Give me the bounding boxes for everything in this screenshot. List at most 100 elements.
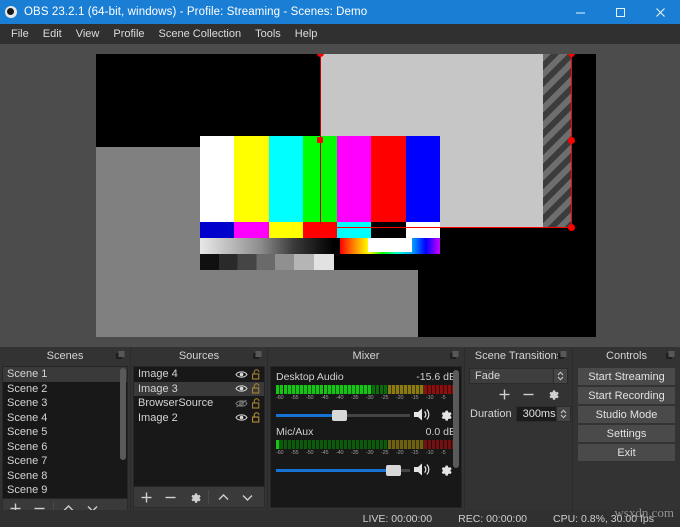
menu-item-help[interactable]: Help bbox=[288, 26, 325, 42]
selection-handle-middle-right[interactable] bbox=[568, 137, 575, 144]
lock-open-icon[interactable] bbox=[249, 398, 264, 409]
volume-meter bbox=[276, 385, 456, 394]
scene-list-item[interactable]: Scene 3 bbox=[3, 396, 127, 411]
menu-item-profile[interactable]: Profile bbox=[106, 26, 151, 42]
eye-icon[interactable] bbox=[234, 370, 249, 379]
lock-open-icon[interactable] bbox=[249, 383, 264, 394]
meter-tick: -45 bbox=[321, 395, 329, 401]
move-source-down-button[interactable] bbox=[235, 488, 259, 507]
lock-open-icon[interactable] bbox=[249, 412, 264, 423]
transition-selected-value: Fade bbox=[475, 370, 501, 382]
selection-handle-bottom-left[interactable] bbox=[317, 224, 324, 231]
volume-slider[interactable] bbox=[276, 464, 410, 476]
scene-list-item[interactable]: Scene 2 bbox=[3, 382, 127, 397]
mute-speaker-icon[interactable] bbox=[410, 462, 434, 477]
transition-select[interactable]: Fade bbox=[469, 368, 568, 384]
preview-area[interactable] bbox=[0, 44, 680, 347]
scenes-list[interactable]: Scene 1 Scene 2 Scene 3 Scene 4 Scene 5 … bbox=[2, 366, 128, 499]
scene-list-item[interactable]: Scene 6 bbox=[3, 440, 127, 455]
scene-label: Scene 5 bbox=[7, 426, 48, 438]
start-streaming-button[interactable]: Start Streaming bbox=[578, 368, 675, 385]
float-dock-icon[interactable] bbox=[558, 351, 567, 360]
sources-list[interactable]: Image 4 Image 3 BrowserSource Image 2 bbox=[133, 366, 265, 487]
selection-handle-top-right[interactable] bbox=[568, 54, 575, 57]
source-list-item[interactable]: Image 4 bbox=[134, 367, 264, 382]
status-rec: REC: 00:00:00 bbox=[458, 512, 528, 525]
move-source-up-button[interactable] bbox=[211, 488, 235, 507]
mixer-scrollbar[interactable] bbox=[453, 370, 459, 468]
volume-meter-scale: -60 -55 -50 -45 -40 -35 -30 -25 -20 -15 … bbox=[276, 450, 456, 459]
volume-slider[interactable] bbox=[276, 409, 410, 421]
selection-handle-middle-left[interactable] bbox=[317, 137, 323, 143]
toolbar-divider bbox=[208, 490, 209, 504]
scenes-scrollbar[interactable] bbox=[120, 368, 126, 460]
window-title: OBS 23.2.1 (64-bit, windows) - Profile: … bbox=[24, 6, 368, 18]
eye-icon[interactable] bbox=[234, 413, 249, 422]
source-properties-gear-icon[interactable] bbox=[182, 488, 206, 507]
scene-label: Scene 8 bbox=[7, 469, 48, 482]
meter-tick: -50 bbox=[306, 395, 314, 401]
source-list-item[interactable]: Image 2 bbox=[134, 411, 264, 426]
transition-spinner-icon[interactable] bbox=[553, 369, 567, 383]
lock-open-icon[interactable] bbox=[249, 369, 264, 380]
source-label: BrowserSource bbox=[138, 397, 214, 409]
source-list-item[interactable]: BrowserSource bbox=[134, 396, 264, 411]
scene-list-item[interactable]: Scene 1 bbox=[3, 367, 127, 382]
transitions-panel-title: Scene Transitions bbox=[474, 349, 563, 362]
meter-tick: -55 bbox=[291, 450, 299, 456]
color-bars-white-patch bbox=[368, 238, 412, 252]
scene-list-item[interactable]: Scene 4 bbox=[3, 411, 127, 426]
start-recording-button[interactable]: Start Recording bbox=[578, 387, 675, 404]
meter-tick: -15 bbox=[411, 450, 419, 456]
eye-hidden-icon[interactable] bbox=[234, 399, 249, 408]
controls-panel-header: Controls bbox=[573, 347, 680, 364]
maximize-button[interactable] bbox=[600, 0, 640, 24]
menu-item-edit[interactable]: Edit bbox=[36, 26, 69, 42]
meter-tick: -10 bbox=[426, 395, 434, 401]
scene-label: Scene 4 bbox=[7, 411, 48, 424]
meter-tick: -30 bbox=[366, 395, 374, 401]
transition-properties-gear-icon[interactable] bbox=[540, 385, 564, 404]
add-transition-button[interactable] bbox=[492, 385, 516, 404]
scene-list-item[interactable]: Scene 5 bbox=[3, 425, 127, 440]
scene-list-item[interactable]: Scene 8 bbox=[3, 469, 127, 484]
meter-tick: -25 bbox=[381, 450, 389, 456]
eye-icon[interactable] bbox=[234, 384, 249, 393]
float-dock-icon[interactable] bbox=[450, 351, 459, 360]
menu-item-scene-collection[interactable]: Scene Collection bbox=[152, 26, 249, 42]
transition-actions bbox=[467, 384, 570, 404]
remove-source-button[interactable] bbox=[158, 488, 182, 507]
duration-label: Duration bbox=[470, 408, 512, 420]
settings-button[interactable]: Settings bbox=[578, 425, 675, 442]
remove-transition-button[interactable] bbox=[516, 385, 540, 404]
meter-tick: -10 bbox=[426, 450, 434, 456]
mixer-track-name: Mic/Aux bbox=[276, 426, 314, 438]
close-button[interactable] bbox=[640, 0, 680, 24]
mixer-track-mic-aux: Mic/Aux 0.0 dB -60 -55 -50 -45 -40 -35 -… bbox=[276, 426, 456, 477]
menu-item-tools[interactable]: Tools bbox=[248, 26, 288, 42]
studio-mode-button[interactable]: Studio Mode bbox=[578, 406, 675, 423]
sources-panel-body: Image 4 Image 3 BrowserSource Image 2 bbox=[131, 364, 267, 510]
scenes-panel-header: Scenes bbox=[0, 347, 130, 364]
source-list-item[interactable]: Image 3 bbox=[134, 381, 264, 396]
menu-item-view[interactable]: View bbox=[69, 26, 107, 42]
preview-canvas[interactable] bbox=[96, 54, 596, 337]
meter-tick: -30 bbox=[366, 450, 374, 456]
float-dock-icon[interactable] bbox=[666, 351, 675, 360]
add-source-button[interactable] bbox=[134, 488, 158, 507]
float-dock-icon[interactable] bbox=[116, 351, 125, 360]
mixer-track-level: -15.6 dB bbox=[416, 371, 456, 383]
float-dock-icon[interactable] bbox=[253, 351, 262, 360]
minimize-button[interactable] bbox=[560, 0, 600, 24]
meter-tick: -40 bbox=[336, 395, 344, 401]
duration-spinner-icon[interactable] bbox=[555, 407, 570, 421]
duration-input[interactable]: 300ms bbox=[515, 406, 571, 422]
mute-speaker-icon[interactable] bbox=[410, 407, 434, 422]
scene-list-item[interactable]: Scene 7 bbox=[3, 454, 127, 469]
transition-duration-row: Duration 300ms bbox=[467, 406, 571, 422]
menu-item-file[interactable]: File bbox=[4, 26, 36, 42]
exit-button[interactable]: Exit bbox=[578, 444, 675, 461]
color-bars-gray-ramp bbox=[200, 238, 334, 254]
selection-handle-bottom-right[interactable] bbox=[568, 224, 575, 231]
scene-list-item[interactable]: Scene 9 bbox=[3, 483, 127, 498]
